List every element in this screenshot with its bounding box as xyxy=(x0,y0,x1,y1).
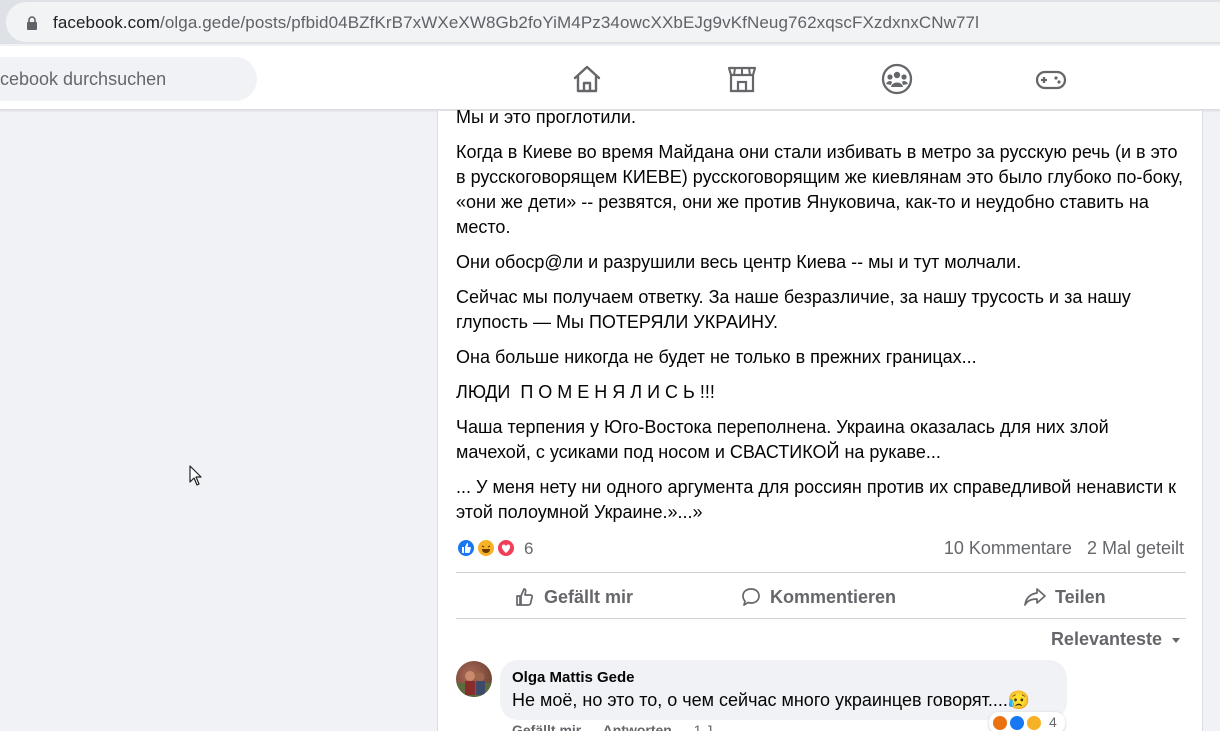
post-paragraph: Сейчас мы получаем ответку. За наше безр… xyxy=(456,287,1131,332)
caret-down-icon xyxy=(1172,637,1180,643)
comment-button[interactable]: Kommentieren xyxy=(740,582,896,612)
divider xyxy=(456,618,1186,619)
post-paragraph: ... У меня нету ни одного аргумента для … xyxy=(456,477,1177,522)
comment-sort-dropdown[interactable]: Relevanteste xyxy=(1051,629,1182,650)
comments-count-link[interactable]: 10 Kommentare xyxy=(944,538,1072,558)
comment-reaction-summary[interactable]: 4 xyxy=(989,712,1065,731)
comment-bubble-icon xyxy=(742,588,760,606)
like-reaction-icon xyxy=(456,538,476,558)
sort-label: Relevanteste xyxy=(1050,629,1162,649)
search-input[interactable]: cebook durchsuchen xyxy=(0,57,257,101)
url-field[interactable]: facebook.com/olga.gede/posts/pfbid04BZfK… xyxy=(6,2,1220,42)
haha-reaction-icon xyxy=(476,538,496,558)
browser-address-bar: facebook.com/olga.gede/posts/pfbid04BZfK… xyxy=(0,0,1220,44)
comment-bubble: Olga Mattis Gede Не моё, но это то, о че… xyxy=(500,660,1067,720)
love-reaction-icon xyxy=(496,538,516,558)
share-button[interactable]: Teilen xyxy=(1023,582,1106,612)
groups-icon[interactable] xyxy=(881,63,913,95)
post-paragraph: Чаша терпения у Юго-Востока переполнена.… xyxy=(456,417,1109,462)
comment-button-label: Kommentieren xyxy=(770,586,897,607)
reaction-count: 6 xyxy=(524,539,534,558)
comment-actions: Gefällt mir Antworten 1 J xyxy=(512,722,730,731)
like-button[interactable]: Gefällt mir xyxy=(514,582,633,612)
post-paragraph: ЛЮДИ П О М Е Н Я Л И С Ь !!! xyxy=(456,382,715,402)
home-icon[interactable] xyxy=(571,63,603,95)
like-button-label: Gefällt mir xyxy=(544,586,634,607)
post-paragraph: Она больше никогда не будет не только в … xyxy=(456,347,977,367)
divider xyxy=(456,572,1186,573)
comment-text: Не моё, но это то, о чем сейчас много ук… xyxy=(512,690,1031,710)
post-card: Мы и это проглотили. Когда в Киеве во вр… xyxy=(437,107,1203,731)
comment-timestamp[interactable]: 1 J xyxy=(694,722,713,731)
gaming-icon[interactable] xyxy=(1035,63,1067,95)
thumbs-up-icon xyxy=(516,588,534,606)
comment-author[interactable]: Olga Mattis Gede xyxy=(512,669,635,686)
marketplace-icon[interactable] xyxy=(726,63,758,95)
mouse-cursor-icon xyxy=(189,465,202,486)
post-stats: 10 Kommentare 2 Mal geteilt xyxy=(934,538,1184,559)
comment-reply-link[interactable]: Antworten xyxy=(603,722,672,731)
post-paragraph: Мы и это проглотили. xyxy=(456,107,636,127)
post-paragraph: Они обоср@ли и разрушили весь центр Киев… xyxy=(456,252,1022,272)
angry-reaction-icon xyxy=(991,714,1009,731)
search-placeholder: cebook durchsuchen xyxy=(0,69,167,89)
share-button-label: Teilen xyxy=(1055,586,1106,607)
share-arrow-icon xyxy=(1024,588,1046,606)
lock-icon xyxy=(27,16,37,30)
avatar[interactable] xyxy=(456,661,492,697)
post-paragraph: Когда в Киеве во время Майдана они стали… xyxy=(456,142,1183,237)
haha-reaction-icon xyxy=(1025,714,1043,731)
comment-reaction-count: 4 xyxy=(1049,714,1057,730)
shares-count-link[interactable]: 2 Mal geteilt xyxy=(1087,538,1184,558)
comment-like-link[interactable]: Gefällt mir xyxy=(512,722,581,731)
like-reaction-icon xyxy=(1008,714,1026,731)
url-text: facebook.com/olga.gede/posts/pfbid04BZfK… xyxy=(53,13,979,32)
facebook-header: cebook durchsuchen xyxy=(0,46,1220,110)
